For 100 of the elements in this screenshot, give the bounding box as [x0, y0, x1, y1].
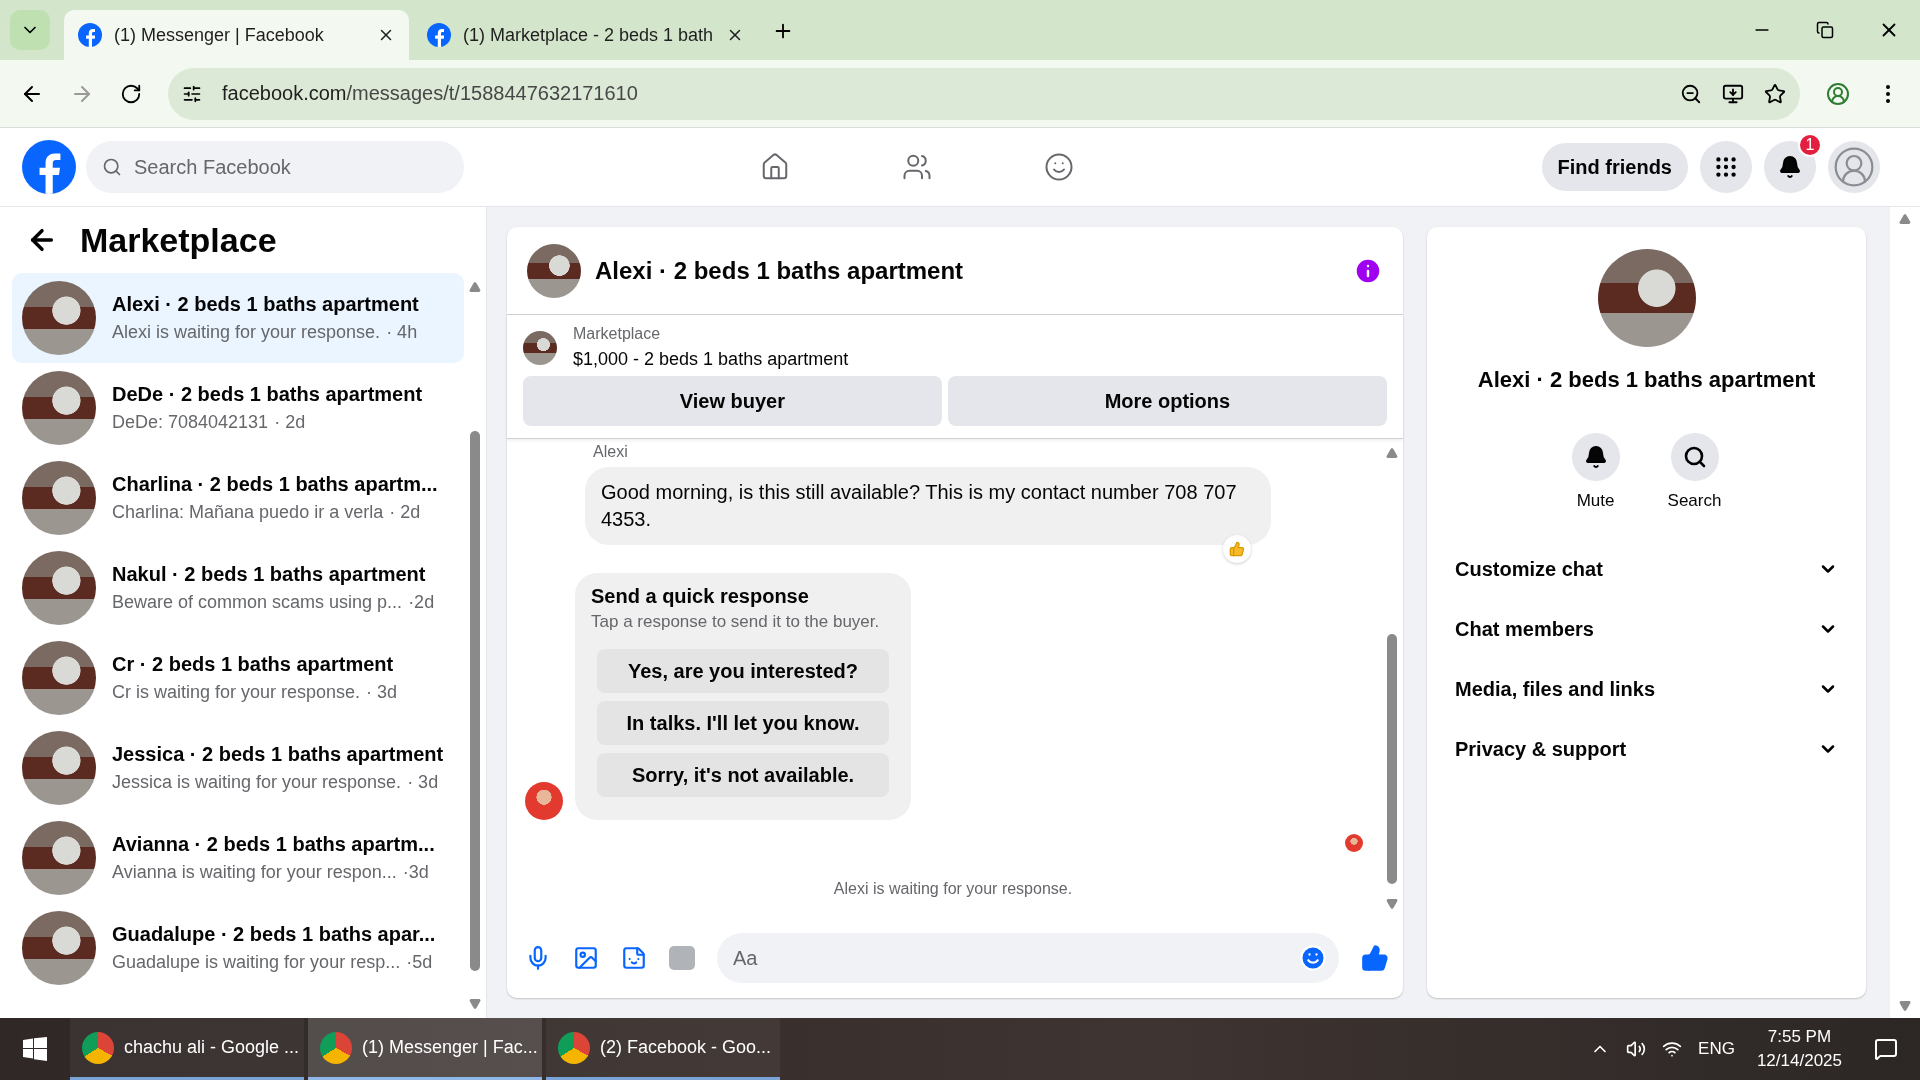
zoom-icon[interactable]: [1680, 82, 1702, 105]
browser-tab[interactable]: (1) Messenger | Facebook: [64, 10, 409, 60]
conversation-item[interactable]: Nakul · 2 beds 1 baths apartment Beware of common scams using p... ·2d: [12, 543, 464, 633]
clock[interactable]: 7:55 PM 12/14/2025: [1756, 1025, 1842, 1073]
message-time: · 2d: [389, 502, 421, 523]
listing-text: $1,000 - 2 beds 1 baths apartment: [573, 349, 849, 370]
message-preview: Alexi is waiting for your response.: [112, 322, 381, 343]
message-time: · 4h: [386, 322, 418, 343]
scrollbar-thumb[interactable]: [470, 430, 480, 971]
taskbar-app[interactable]: (2) Facebook - Goo...: [546, 1018, 780, 1080]
message-preview: DeDe: 7084042131: [112, 412, 269, 433]
conversation-item[interactable]: Cr · 2 beds 1 baths apartment Cr is waiting for your response. · 3d: [12, 633, 464, 723]
find-friends-button[interactable]: Find friends: [1541, 143, 1688, 191]
restore-icon[interactable]: [1816, 21, 1834, 39]
quick-response-subtitle: Tap a response to send it to the buyer.: [591, 612, 881, 632]
section-header[interactable]: Customize chat: [1447, 539, 1846, 599]
conversation-title: Charlina · 2 beds 1 baths apartm...: [112, 473, 438, 496]
home-icon[interactable]: [760, 152, 790, 182]
search-icon: [1682, 445, 1707, 469]
message-preview: Jessica is waiting for your response.: [112, 772, 402, 793]
image-icon[interactable]: [573, 945, 599, 971]
notifications-icon[interactable]: [1874, 1037, 1898, 1061]
conversation-title: Avianna · 2 beds 1 baths apartm...: [112, 833, 435, 856]
quick-response-title: Send a quick response: [591, 585, 810, 608]
facebook-logo-icon: [427, 23, 451, 47]
conversation-item[interactable]: Avianna · 2 beds 1 baths apartm... Avianna is waiting for your respon... ·3d: [12, 813, 464, 903]
bookmark-icon[interactable]: [1764, 82, 1786, 105]
sticker-icon[interactable]: [621, 945, 647, 971]
message-time: · 3d: [407, 772, 439, 793]
scroll-down-icon[interactable]: [1386, 898, 1398, 910]
scroll-down-icon[interactable]: [469, 998, 481, 1010]
message-time: ·5d: [406, 952, 433, 973]
quick-response-button[interactable]: Sorry, it's not available.: [597, 753, 889, 797]
conversation-title: Cr · 2 beds 1 baths apartment: [112, 653, 395, 676]
install-icon[interactable]: [1722, 82, 1744, 105]
listing-label: Marketplace: [573, 325, 662, 343]
message-time: ·3d: [402, 862, 429, 883]
address-bar[interactable]: facebook.com/messages/t/1588447632171610: [168, 67, 1800, 120]
facebook-logo-icon: [78, 23, 102, 47]
notification-badge: 1: [1798, 133, 1822, 157]
action-button[interactable]: View buyer: [523, 376, 942, 426]
conversation-item[interactable]: Jessica · 2 beds 1 baths apartment Jessica is waiting for your response. · 3d: [12, 723, 464, 813]
profile-icon[interactable]: [1826, 81, 1850, 106]
quick-response-button[interactable]: In talks. I'll let you know.: [597, 701, 889, 745]
photo-placeholder: [523, 330, 557, 365]
conversation-title: Alexi · 2 beds 1 baths apartment: [112, 293, 419, 316]
action-button[interactable]: More options: [947, 376, 1387, 426]
sender-name: Alexi: [593, 443, 629, 461]
sidebar-title: Marketplace: [80, 220, 277, 260]
reload-icon[interactable]: [120, 82, 142, 105]
message-time: · 3d: [366, 682, 398, 703]
search-icon: [102, 157, 122, 177]
volume-icon[interactable]: [1626, 1039, 1647, 1059]
friends-icon[interactable]: [902, 152, 932, 182]
scroll-up-icon[interactable]: [469, 281, 481, 293]
scroll-down-icon[interactable]: [1899, 1000, 1911, 1012]
scroll-up-icon[interactable]: [1386, 447, 1398, 459]
network-icon[interactable]: [1662, 1039, 1683, 1059]
message-preview: Guadalupe is waiting for your resp...: [112, 952, 401, 973]
taskbar-app[interactable]: chachu ali - Google ...: [70, 1018, 304, 1080]
browser-tab[interactable]: (1) Marketplace - 2 beds 1 bath: [413, 10, 758, 60]
conversation-item[interactable]: Charlina · 2 beds 1 baths apartm... Charlina: Mañana puedo ir a verla · 2d: [12, 453, 464, 543]
grid-icon: [1713, 154, 1739, 180]
facebook-logo-icon[interactable]: [22, 140, 76, 194]
section-header[interactable]: Media, files and links: [1447, 659, 1846, 719]
message-time: · 2d: [274, 412, 306, 433]
taskbar-app[interactable]: (1) Messenger | Fac...: [308, 1018, 542, 1080]
browser-icon: [82, 1031, 114, 1064]
quick-response-button[interactable]: Yes, are you interested?: [597, 649, 889, 693]
section-header[interactable]: Privacy & support: [1447, 719, 1846, 779]
apps-button[interactable]: [1700, 141, 1752, 193]
message-input[interactable]: Aa: [717, 933, 1339, 983]
browser-icon: [320, 1031, 352, 1064]
thumbs-up-icon: [1223, 535, 1251, 563]
account-avatar[interactable]: [1828, 141, 1880, 193]
site-settings-icon[interactable]: [182, 83, 202, 104]
conversation-item[interactable]: Guadalupe · 2 beds 1 baths apar... Guadalupe is waiting for your resp... ·5d: [12, 903, 464, 993]
message-time: ·2d: [408, 592, 435, 613]
search-button[interactable]: [1670, 433, 1719, 481]
conversation-title: Guadalupe · 2 beds 1 baths apar...: [112, 923, 436, 946]
conversation-item[interactable]: DeDe · 2 beds 1 baths apartment DeDe: 7084042131 · 2d: [12, 363, 464, 453]
browser-icon: [558, 1031, 590, 1064]
bell-icon: [1583, 445, 1608, 469]
message-preview: Charlina: Mañana puedo ir a verla: [112, 502, 384, 523]
contact-name: Alexi · 2 beds 1 baths apartment: [1477, 367, 1816, 393]
section-header[interactable]: Chat members: [1447, 599, 1846, 659]
scrollbar-thumb[interactable]: [1387, 633, 1397, 884]
conversation-item[interactable]: Alexi · 2 beds 1 baths apartment Alexi is waiting for your response. · 4h: [12, 273, 464, 363]
conversation-title: Jessica · 2 beds 1 baths apartment: [112, 743, 444, 766]
conversation-title: Nakul · 2 beds 1 baths apartment: [112, 563, 427, 586]
chat-title: Alexi · 2 beds 1 baths apartment: [595, 256, 965, 285]
language-indicator[interactable]: ENG: [1698, 1039, 1735, 1059]
mute-button[interactable]: [1571, 433, 1620, 481]
thumbs-up-icon[interactable]: [1361, 944, 1389, 972]
search-field[interactable]: Search Facebook: [86, 141, 464, 193]
scroll-up-icon[interactable]: [1899, 213, 1911, 225]
message-preview: Beware of common scams using p...: [112, 592, 403, 613]
conversation-title: DeDe · 2 beds 1 baths apartment: [112, 383, 423, 406]
action-label: Mute: [1576, 491, 1615, 511]
avatar-circle: [525, 782, 563, 820]
